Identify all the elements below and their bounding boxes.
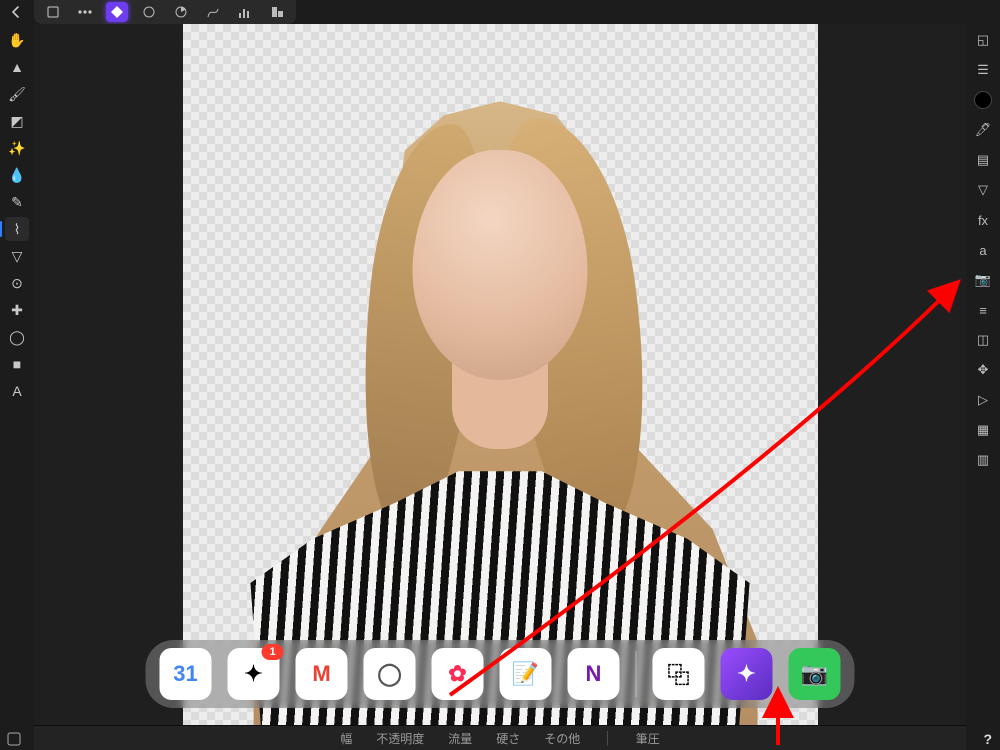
adjustments-icon[interactable]: ▽ <box>971 178 995 202</box>
dock-app-google-photos[interactable]: ✦1 <box>228 648 280 700</box>
effects-icon[interactable]: fx <box>971 208 995 232</box>
color-icon[interactable] <box>971 88 995 112</box>
histogram-icon[interactable] <box>234 2 256 22</box>
context-toolbar: 幅不透明度流量硬さその他│筆圧 <box>34 725 966 750</box>
text-tool-icon[interactable]: A <box>5 379 29 403</box>
ipad-dock: 31 ✦1 M ◯ ✿ 📝 N ⿻ ✦ 📷 <box>146 640 855 708</box>
context-opacity[interactable]: 不透明度 <box>376 730 424 747</box>
styles-icon[interactable]: a <box>971 238 995 262</box>
dock-app-chrome[interactable]: ◯ <box>364 648 416 700</box>
channels-icon[interactable]: ▤ <box>971 148 995 172</box>
dock-app-apple-photos[interactable]: ✿ <box>432 648 484 700</box>
dock-app-affinity-photo[interactable]: ✦ <box>721 648 773 700</box>
develop-persona-icon[interactable] <box>170 2 192 22</box>
healing-icon[interactable]: ✚ <box>5 298 29 322</box>
context-more[interactable]: その他 <box>544 730 580 747</box>
titlebar <box>0 0 1000 25</box>
liquify-persona-icon[interactable] <box>138 2 160 22</box>
macro-icon[interactable]: ▷ <box>971 388 995 412</box>
dock-separator <box>636 651 637 697</box>
dodge-icon[interactable]: ◯ <box>5 325 29 349</box>
dock-app-goodnotes[interactable]: 📝 <box>500 648 552 700</box>
context-hardness[interactable]: 硬さ <box>496 730 520 747</box>
rectangle-icon[interactable]: ■ <box>5 352 29 376</box>
crop-tool-icon[interactable]: ◩ <box>5 109 29 133</box>
pencil-icon[interactable]: ✎ <box>5 190 29 214</box>
export-persona-icon[interactable] <box>266 2 288 22</box>
photo-subject <box>220 24 780 726</box>
help-icon[interactable]: ? <box>983 731 992 747</box>
history-icon[interactable]: ◫ <box>971 328 995 352</box>
stamp-icon[interactable]: ⊙ <box>5 271 29 295</box>
paint-brush-icon[interactable]: 🖌 <box>5 82 29 106</box>
navigator-icon[interactable]: ◱ <box>971 28 995 52</box>
dock-app-camera-app[interactable]: 📷 <box>789 648 841 700</box>
document[interactable] <box>183 24 818 726</box>
preferences-icon[interactable] <box>6 731 22 747</box>
layers-icon[interactable]: ☰ <box>971 58 995 82</box>
badge: 1 <box>262 644 284 660</box>
metadata-icon[interactable]: ▥ <box>971 448 995 472</box>
photo-persona-icon[interactable] <box>106 2 128 22</box>
selection-brush-icon[interactable]: ⌇ <box>5 217 29 241</box>
flood-select-icon[interactable]: ✨ <box>5 136 29 160</box>
swatches-grid-icon[interactable]: ▦ <box>971 418 995 442</box>
document-menu-icon[interactable] <box>42 2 64 22</box>
context-flow[interactable]: 流量 <box>448 730 472 747</box>
context-width[interactable]: 幅 <box>340 730 352 747</box>
move-tool-icon[interactable]: ▲ <box>5 55 29 79</box>
dock-app-gmail[interactable]: M <box>296 648 348 700</box>
dock-app-onenote[interactable]: N <box>568 648 620 700</box>
color-picker-icon[interactable]: 💧 <box>5 163 29 187</box>
stock-icon[interactable]: 📷 <box>971 268 995 292</box>
dock-app-calendar[interactable]: 31 <box>160 648 212 700</box>
canvas-area[interactable] <box>34 24 966 726</box>
back-button[interactable] <box>4 0 28 24</box>
persona-switcher <box>34 0 296 24</box>
tone-map-persona-icon[interactable] <box>202 2 224 22</box>
dock-app-unsplash[interactable]: ⿻ <box>653 648 705 700</box>
context-pressure[interactable]: 筆圧 <box>636 730 660 747</box>
snapping-icon[interactable]: ✥ <box>971 358 995 382</box>
burn-icon[interactable]: ▽ <box>5 244 29 268</box>
tools-panel: ✋ ▲ 🖌 ◩ ✨ 💧 ✎ ⌇ ▽ ⊙ ✚ ◯ ■ A <box>0 24 35 750</box>
hand-tool-icon[interactable]: ✋ <box>5 28 29 52</box>
studio-panel: ◱ ☰ 🖊 ▤ ▽ fx a 📷 ≡ ◫ ✥ ▷ ▦ ▥ <box>965 24 1000 750</box>
brushes-icon[interactable]: 🖊 <box>971 118 995 142</box>
transform-icon[interactable]: ≡ <box>971 298 995 322</box>
more-icon[interactable] <box>74 2 96 22</box>
